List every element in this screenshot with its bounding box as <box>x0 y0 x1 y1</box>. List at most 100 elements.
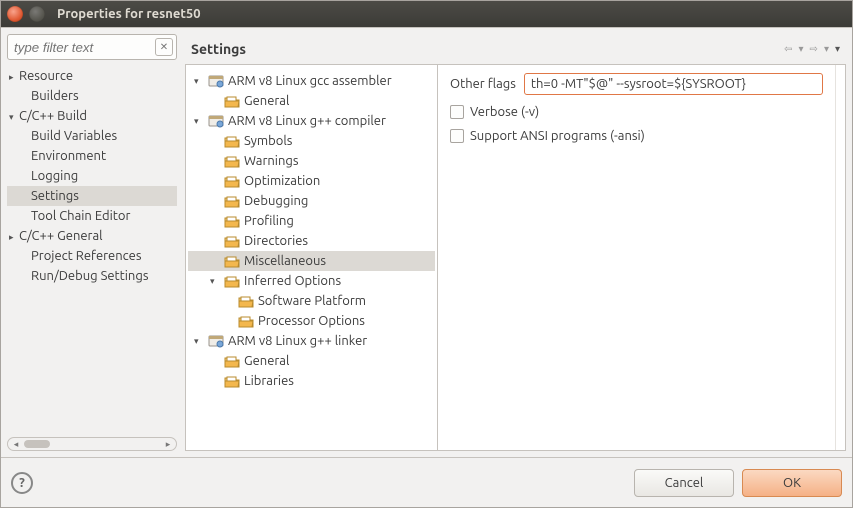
tree-label: Directories <box>244 234 308 248</box>
tool-icon <box>208 334 224 348</box>
settings-title: Settings <box>191 41 246 57</box>
v-scrollbar[interactable] <box>835 65 845 450</box>
close-icon[interactable] <box>7 6 23 22</box>
tree-link[interactable]: ▾ ARM v8 Linux g++ linker <box>188 331 435 351</box>
tree-asm[interactable]: ▾ ARM v8 Linux gcc assembler <box>188 71 435 91</box>
tree-label: Software Platform <box>258 294 366 308</box>
chevron-down-icon[interactable]: ▾ <box>194 116 204 127</box>
chevron-down-icon[interactable]: ▾ <box>194 336 204 347</box>
other-flags-row: Other flags <box>450 73 823 95</box>
nav-tree: Resource Builders C/C++ Build Build Vari… <box>7 66 177 431</box>
folder-icon <box>238 314 254 328</box>
tool-icon <box>208 74 224 88</box>
tree-gpp[interactable]: ▾ ARM v8 Linux g++ compiler <box>188 111 435 131</box>
tree-gpp-software-platform[interactable]: ▾Software Platform <box>188 291 435 311</box>
tree-label: ARM v8 Linux g++ linker <box>228 334 367 348</box>
folder-icon <box>224 234 240 248</box>
nav-cpp-build[interactable]: C/C++ Build <box>7 106 177 126</box>
tree-label: General <box>244 94 289 108</box>
clear-filter-icon[interactable]: ✕ <box>155 38 173 56</box>
right-column: Settings ⇦ ▾ ⇨ ▾ ▾ ▾ ARM v8 Linux gcc as… <box>185 34 846 451</box>
nav-cpp-general[interactable]: C/C++ General <box>7 226 177 246</box>
ok-button[interactable]: OK <box>742 469 842 497</box>
nav-logging[interactable]: Logging <box>7 166 177 186</box>
ansi-label: Support ANSI programs (-ansi) <box>470 129 645 143</box>
tree-gpp-miscellaneous[interactable]: ▾Miscellaneous <box>188 251 435 271</box>
folder-icon <box>224 274 240 288</box>
forward-icon[interactable]: ⇨ <box>810 43 818 55</box>
chevron-down-icon[interactable]: ▾ <box>210 276 220 287</box>
tree-label: Warnings <box>244 154 299 168</box>
verbose-checkbox[interactable] <box>450 105 464 119</box>
folder-icon <box>224 354 240 368</box>
settings-header: Settings ⇦ ▾ ⇨ ▾ ▾ <box>185 34 846 64</box>
back-menu-icon[interactable]: ▾ <box>799 43 804 55</box>
form-area: Other flags Verbose (-v) Support ANSI pr… <box>438 65 835 450</box>
tree-link-libraries[interactable]: ▾Libraries <box>188 371 435 391</box>
tree-label: Debugging <box>244 194 308 208</box>
tree-link-general[interactable]: ▾General <box>188 351 435 371</box>
tree-gpp-profiling[interactable]: ▾Profiling <box>188 211 435 231</box>
filter-input[interactable] <box>7 34 177 60</box>
folder-icon <box>224 174 240 188</box>
tree-gpp-optimization[interactable]: ▾Optimization <box>188 171 435 191</box>
filter-wrap: ✕ <box>7 34 177 60</box>
tree-label: Symbols <box>244 134 292 148</box>
tool-tree: ▾ ARM v8 Linux gcc assembler ▾ General ▾… <box>186 65 438 450</box>
nav-project-references[interactable]: Project References <box>7 246 177 266</box>
tool-icon <box>208 114 224 128</box>
scroll-thumb[interactable] <box>24 440 50 448</box>
tree-label: Optimization <box>244 174 320 188</box>
scroll-right-icon[interactable]: ▸ <box>162 439 174 450</box>
tree-label: ARM v8 Linux g++ compiler <box>228 114 386 128</box>
back-icon[interactable]: ⇦ <box>784 43 792 55</box>
chevron-down-icon[interactable]: ▾ <box>194 76 204 87</box>
tree-asm-general[interactable]: ▾ General <box>188 91 435 111</box>
folder-icon <box>224 254 240 268</box>
tree-gpp-inferred[interactable]: ▾ Inferred Options <box>188 271 435 291</box>
other-flags-label: Other flags <box>450 77 516 91</box>
tree-label: Libraries <box>244 374 294 388</box>
tree-label: Processor Options <box>258 314 365 328</box>
tree-label: Inferred Options <box>244 274 341 288</box>
folder-icon <box>224 214 240 228</box>
tree-gpp-directories[interactable]: ▾Directories <box>188 231 435 251</box>
tree-label: Miscellaneous <box>244 254 326 268</box>
nav-builders[interactable]: Builders <box>7 86 177 106</box>
folder-icon <box>224 154 240 168</box>
forward-menu-icon[interactable]: ▾ <box>824 43 829 55</box>
minimize-icon[interactable] <box>29 6 45 22</box>
nav-settings[interactable]: Settings <box>7 186 177 206</box>
tree-gpp-warnings[interactable]: ▾Warnings <box>188 151 435 171</box>
folder-icon <box>224 194 240 208</box>
folder-icon <box>238 294 254 308</box>
titlebar: Properties for resnet50 <box>1 1 852 27</box>
tree-label: Profiling <box>244 214 294 228</box>
nav-build-variables[interactable]: Build Variables <box>7 126 177 146</box>
nav-run-debug-settings[interactable]: Run/Debug Settings <box>7 266 177 286</box>
verbose-row[interactable]: Verbose (-v) <box>450 105 823 119</box>
tree-gpp-debugging[interactable]: ▾Debugging <box>188 191 435 211</box>
folder-icon <box>224 134 240 148</box>
tree-gpp-processor-options[interactable]: ▾Processor Options <box>188 311 435 331</box>
ansi-row[interactable]: Support ANSI programs (-ansi) <box>450 129 823 143</box>
cancel-button[interactable]: Cancel <box>634 469 734 497</box>
other-flags-input[interactable] <box>524 73 823 95</box>
folder-icon <box>224 94 240 108</box>
tree-label: ARM v8 Linux gcc assembler <box>228 74 392 88</box>
view-menu-icon[interactable]: ▾ <box>835 43 840 55</box>
nav-tool-chain-editor[interactable]: Tool Chain Editor <box>7 206 177 226</box>
scroll-left-icon[interactable]: ◂ <box>10 439 22 450</box>
nav-environment[interactable]: Environment <box>7 146 177 166</box>
tree-label: General <box>244 354 289 368</box>
ansi-checkbox[interactable] <box>450 129 464 143</box>
settings-body: ▾ ARM v8 Linux gcc assembler ▾ General ▾… <box>185 64 846 451</box>
nav-resource[interactable]: Resource <box>7 66 177 86</box>
help-icon[interactable]: ? <box>11 472 33 494</box>
tree-gpp-symbols[interactable]: ▾Symbols <box>188 131 435 151</box>
folder-icon <box>224 374 240 388</box>
h-scrollbar[interactable]: ◂ ▸ <box>7 437 177 451</box>
window-title: Properties for resnet50 <box>57 7 201 21</box>
history-nav: ⇦ ▾ ⇨ ▾ ▾ <box>784 43 840 55</box>
footer: ? Cancel OK <box>1 457 852 507</box>
